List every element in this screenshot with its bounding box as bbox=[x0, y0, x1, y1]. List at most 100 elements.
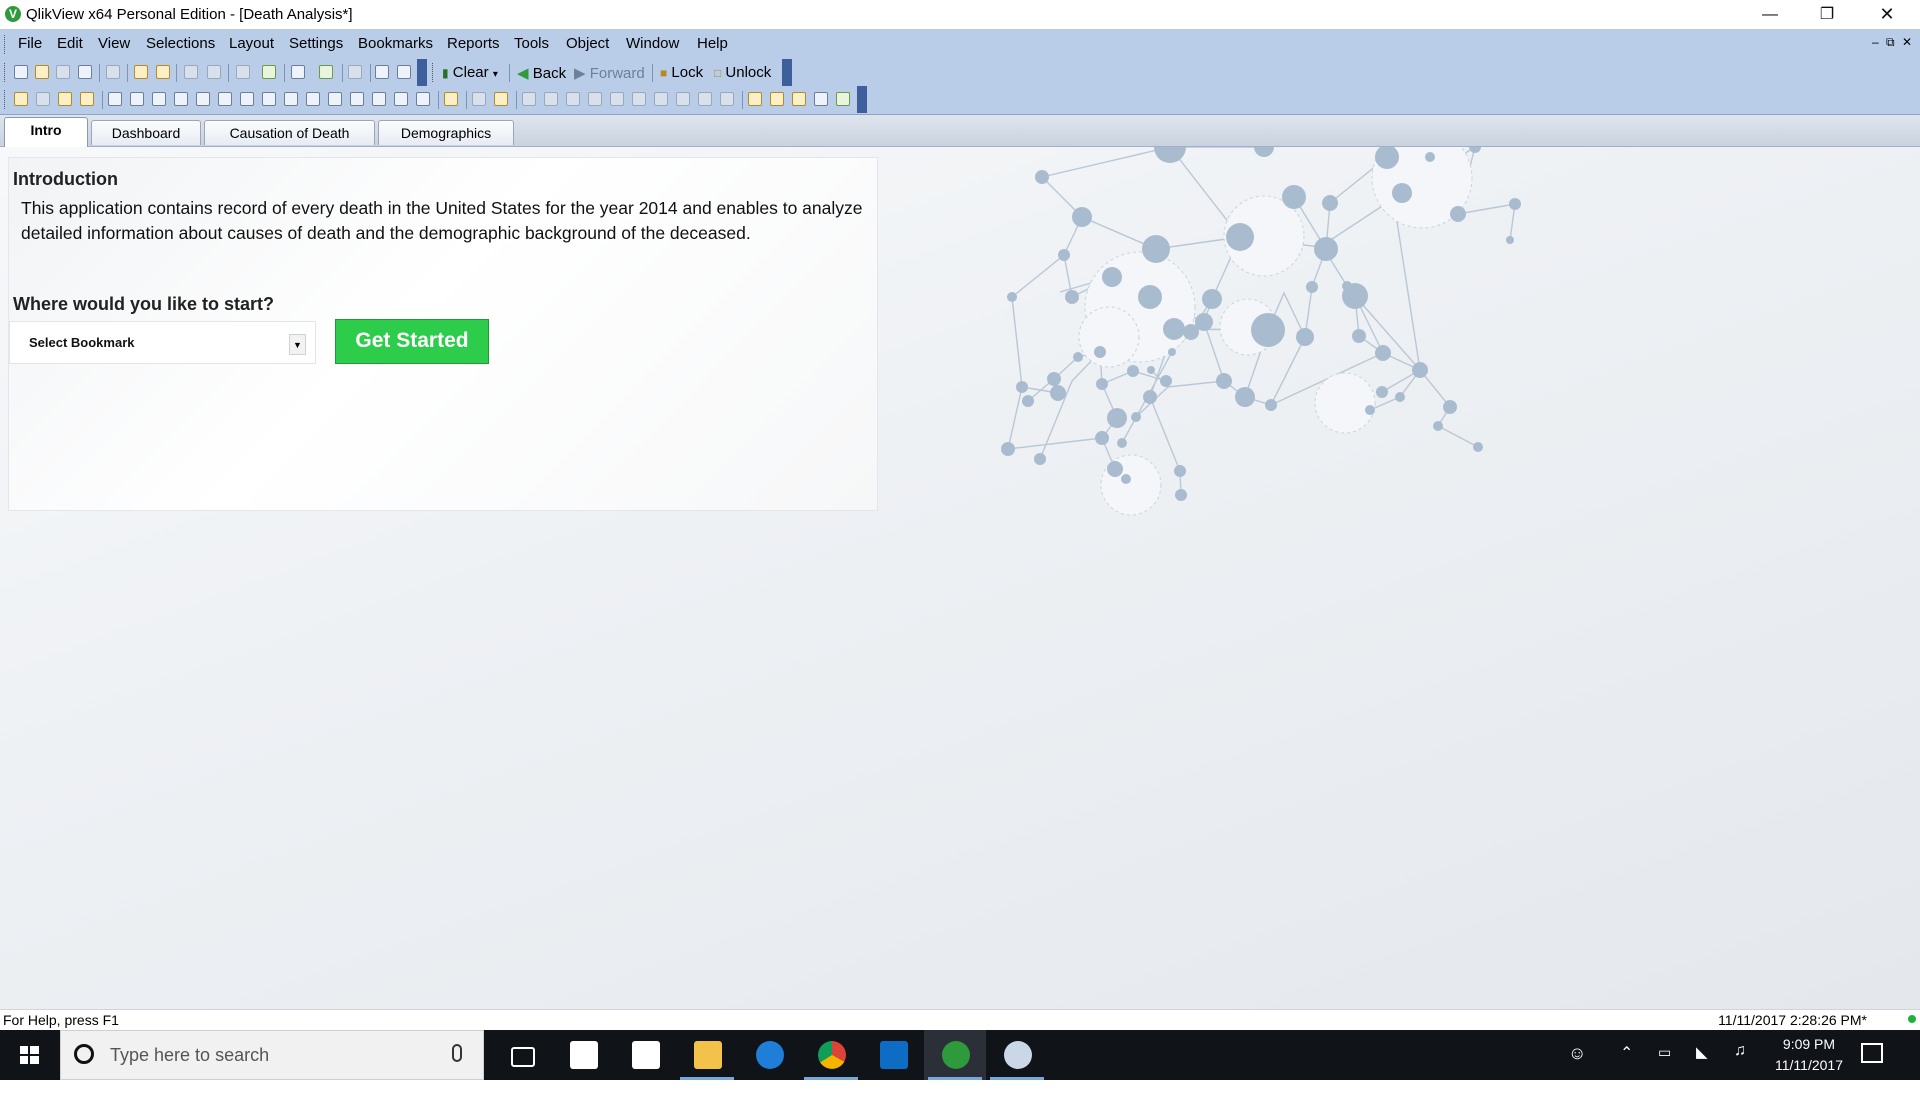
variable-overview-icon[interactable] bbox=[770, 92, 784, 106]
search-icon[interactable] bbox=[236, 65, 250, 79]
toolbar-grip[interactable] bbox=[4, 63, 8, 82]
help-icon[interactable] bbox=[375, 65, 389, 79]
add-bookmark-icon[interactable] bbox=[319, 65, 333, 79]
button-object-icon[interactable] bbox=[262, 92, 276, 106]
forward-button[interactable]: ▶ Forward bbox=[574, 64, 645, 82]
new-sheet-object-icon[interactable] bbox=[291, 65, 305, 79]
sheet-properties-icon[interactable] bbox=[80, 92, 94, 106]
undo-icon[interactable] bbox=[184, 65, 198, 79]
menu-layout[interactable]: Layout bbox=[229, 35, 274, 52]
mdi-close-button[interactable]: ✕ bbox=[1902, 35, 1912, 49]
align-bottom-icon[interactable] bbox=[588, 92, 602, 106]
menu-help[interactable]: Help bbox=[697, 35, 728, 52]
toolbar-grip[interactable] bbox=[432, 63, 436, 82]
open-folder-icon[interactable] bbox=[35, 65, 49, 79]
space-vertical-icon[interactable] bbox=[676, 92, 690, 106]
chrome-button[interactable] bbox=[800, 1030, 862, 1080]
chart-icon[interactable] bbox=[196, 92, 210, 106]
edit-module-icon[interactable] bbox=[348, 65, 362, 79]
taskbar-clock[interactable]: 9:09 PM 11/11/2017 bbox=[1768, 1034, 1850, 1076]
taskbar-search-box[interactable]: Type here to search bbox=[60, 1030, 484, 1080]
space-horizontal-icon[interactable] bbox=[654, 92, 668, 106]
store-button[interactable] bbox=[552, 1030, 614, 1080]
menu-view[interactable]: View bbox=[98, 35, 130, 52]
clear-button[interactable]: ▮ Clear ▾ bbox=[442, 64, 498, 81]
edit-script-icon[interactable] bbox=[134, 65, 148, 79]
file-explorer-button[interactable] bbox=[676, 1030, 738, 1080]
restore-button[interactable]: ❐ bbox=[1799, 0, 1855, 29]
minimize-button[interactable]: — bbox=[1742, 0, 1798, 29]
wifi-icon[interactable]: ◣ bbox=[1696, 1043, 1708, 1093]
menu-settings[interactable]: Settings bbox=[289, 35, 343, 52]
current-selections-icon[interactable] bbox=[262, 65, 276, 79]
menu-object[interactable]: Object bbox=[566, 35, 609, 52]
tab-demographics[interactable]: Demographics bbox=[378, 120, 514, 145]
reload-icon[interactable] bbox=[56, 65, 70, 79]
battery-icon[interactable]: ▭ bbox=[1658, 1044, 1671, 1094]
slider-object-icon[interactable] bbox=[328, 92, 342, 106]
new-document-icon[interactable] bbox=[14, 65, 28, 79]
menu-bookmarks[interactable]: Bookmarks bbox=[358, 35, 433, 52]
container-object-icon[interactable] bbox=[394, 92, 408, 106]
menu-grip[interactable] bbox=[4, 35, 8, 54]
save-icon[interactable] bbox=[78, 65, 92, 79]
adjust-icon[interactable] bbox=[698, 92, 712, 106]
chevron-up-icon[interactable]: ⌃ bbox=[1620, 1043, 1633, 1093]
redo-icon[interactable] bbox=[207, 65, 221, 79]
align-left-icon[interactable] bbox=[522, 92, 536, 106]
line-arrow-object-icon[interactable] bbox=[306, 92, 320, 106]
table-viewer-icon[interactable] bbox=[814, 92, 828, 106]
align-right-icon[interactable] bbox=[566, 92, 580, 106]
debug-icon[interactable] bbox=[836, 92, 850, 106]
statistics-box-icon[interactable] bbox=[130, 92, 144, 106]
tab-dashboard[interactable]: Dashboard bbox=[91, 120, 201, 145]
chevron-down-icon[interactable]: ▼ bbox=[289, 334, 306, 355]
select-bookmark-dropdown[interactable]: Select Bookmark ▼ bbox=[9, 321, 316, 364]
align-middle-icon[interactable] bbox=[632, 92, 646, 106]
sheet-wizard-icon[interactable] bbox=[444, 92, 458, 106]
reload-data-icon[interactable] bbox=[156, 65, 170, 79]
input-box-icon[interactable] bbox=[218, 92, 232, 106]
current-selections-box-icon[interactable] bbox=[240, 92, 254, 106]
calendar-button[interactable] bbox=[614, 1030, 676, 1080]
back-button[interactable]: ◀ Back bbox=[517, 64, 566, 82]
outlook-button[interactable] bbox=[862, 1030, 924, 1080]
unlock-button[interactable]: □ Unlock bbox=[714, 64, 771, 81]
close-button[interactable]: ✕ bbox=[1859, 0, 1915, 29]
menu-tools[interactable]: Tools bbox=[514, 35, 549, 52]
table-box-icon[interactable] bbox=[174, 92, 188, 106]
multi-box-icon[interactable] bbox=[152, 92, 166, 106]
align-top-icon[interactable] bbox=[610, 92, 624, 106]
menu-window[interactable]: Window bbox=[626, 35, 679, 52]
bookmark-object-icon[interactable] bbox=[350, 92, 364, 106]
menu-file[interactable]: File bbox=[18, 35, 42, 52]
promote-sheet-icon[interactable] bbox=[36, 92, 50, 106]
tab-causation-of-death[interactable]: Causation of Death bbox=[204, 120, 375, 145]
task-view-button[interactable] bbox=[490, 1030, 552, 1080]
qlikview-button[interactable] bbox=[924, 1030, 986, 1080]
mdi-restore-button[interactable]: ⧉ bbox=[1886, 35, 1895, 50]
format-painter-icon[interactable] bbox=[472, 92, 486, 106]
start-button[interactable] bbox=[0, 1030, 60, 1080]
toolbar-grip[interactable] bbox=[4, 90, 8, 109]
design-grid-icon[interactable] bbox=[494, 92, 508, 106]
notifications-icon[interactable] bbox=[1861, 1043, 1883, 1063]
tab-intro[interactable]: Intro bbox=[4, 117, 88, 147]
microphone-icon[interactable] bbox=[452, 1044, 462, 1062]
people-icon[interactable]: ☺ bbox=[1568, 1043, 1586, 1093]
toolbar-overflow[interactable] bbox=[782, 59, 792, 86]
lock-button[interactable]: ■ Lock bbox=[660, 64, 703, 81]
custom-object-icon[interactable] bbox=[416, 92, 430, 106]
menu-edit[interactable]: Edit bbox=[57, 35, 83, 52]
document-properties-icon[interactable] bbox=[792, 92, 806, 106]
edge-button[interactable] bbox=[738, 1030, 800, 1080]
text-object-icon[interactable] bbox=[284, 92, 298, 106]
list-box-icon[interactable] bbox=[108, 92, 122, 106]
context-help-icon[interactable] bbox=[397, 65, 411, 79]
get-started-button[interactable]: Get Started bbox=[335, 319, 489, 364]
distribute-icon[interactable] bbox=[720, 92, 734, 106]
menu-selections[interactable]: Selections bbox=[146, 35, 215, 52]
expression-overview-icon[interactable] bbox=[748, 92, 762, 106]
paint-button[interactable] bbox=[986, 1030, 1048, 1080]
menu-reports[interactable]: Reports bbox=[447, 35, 500, 52]
